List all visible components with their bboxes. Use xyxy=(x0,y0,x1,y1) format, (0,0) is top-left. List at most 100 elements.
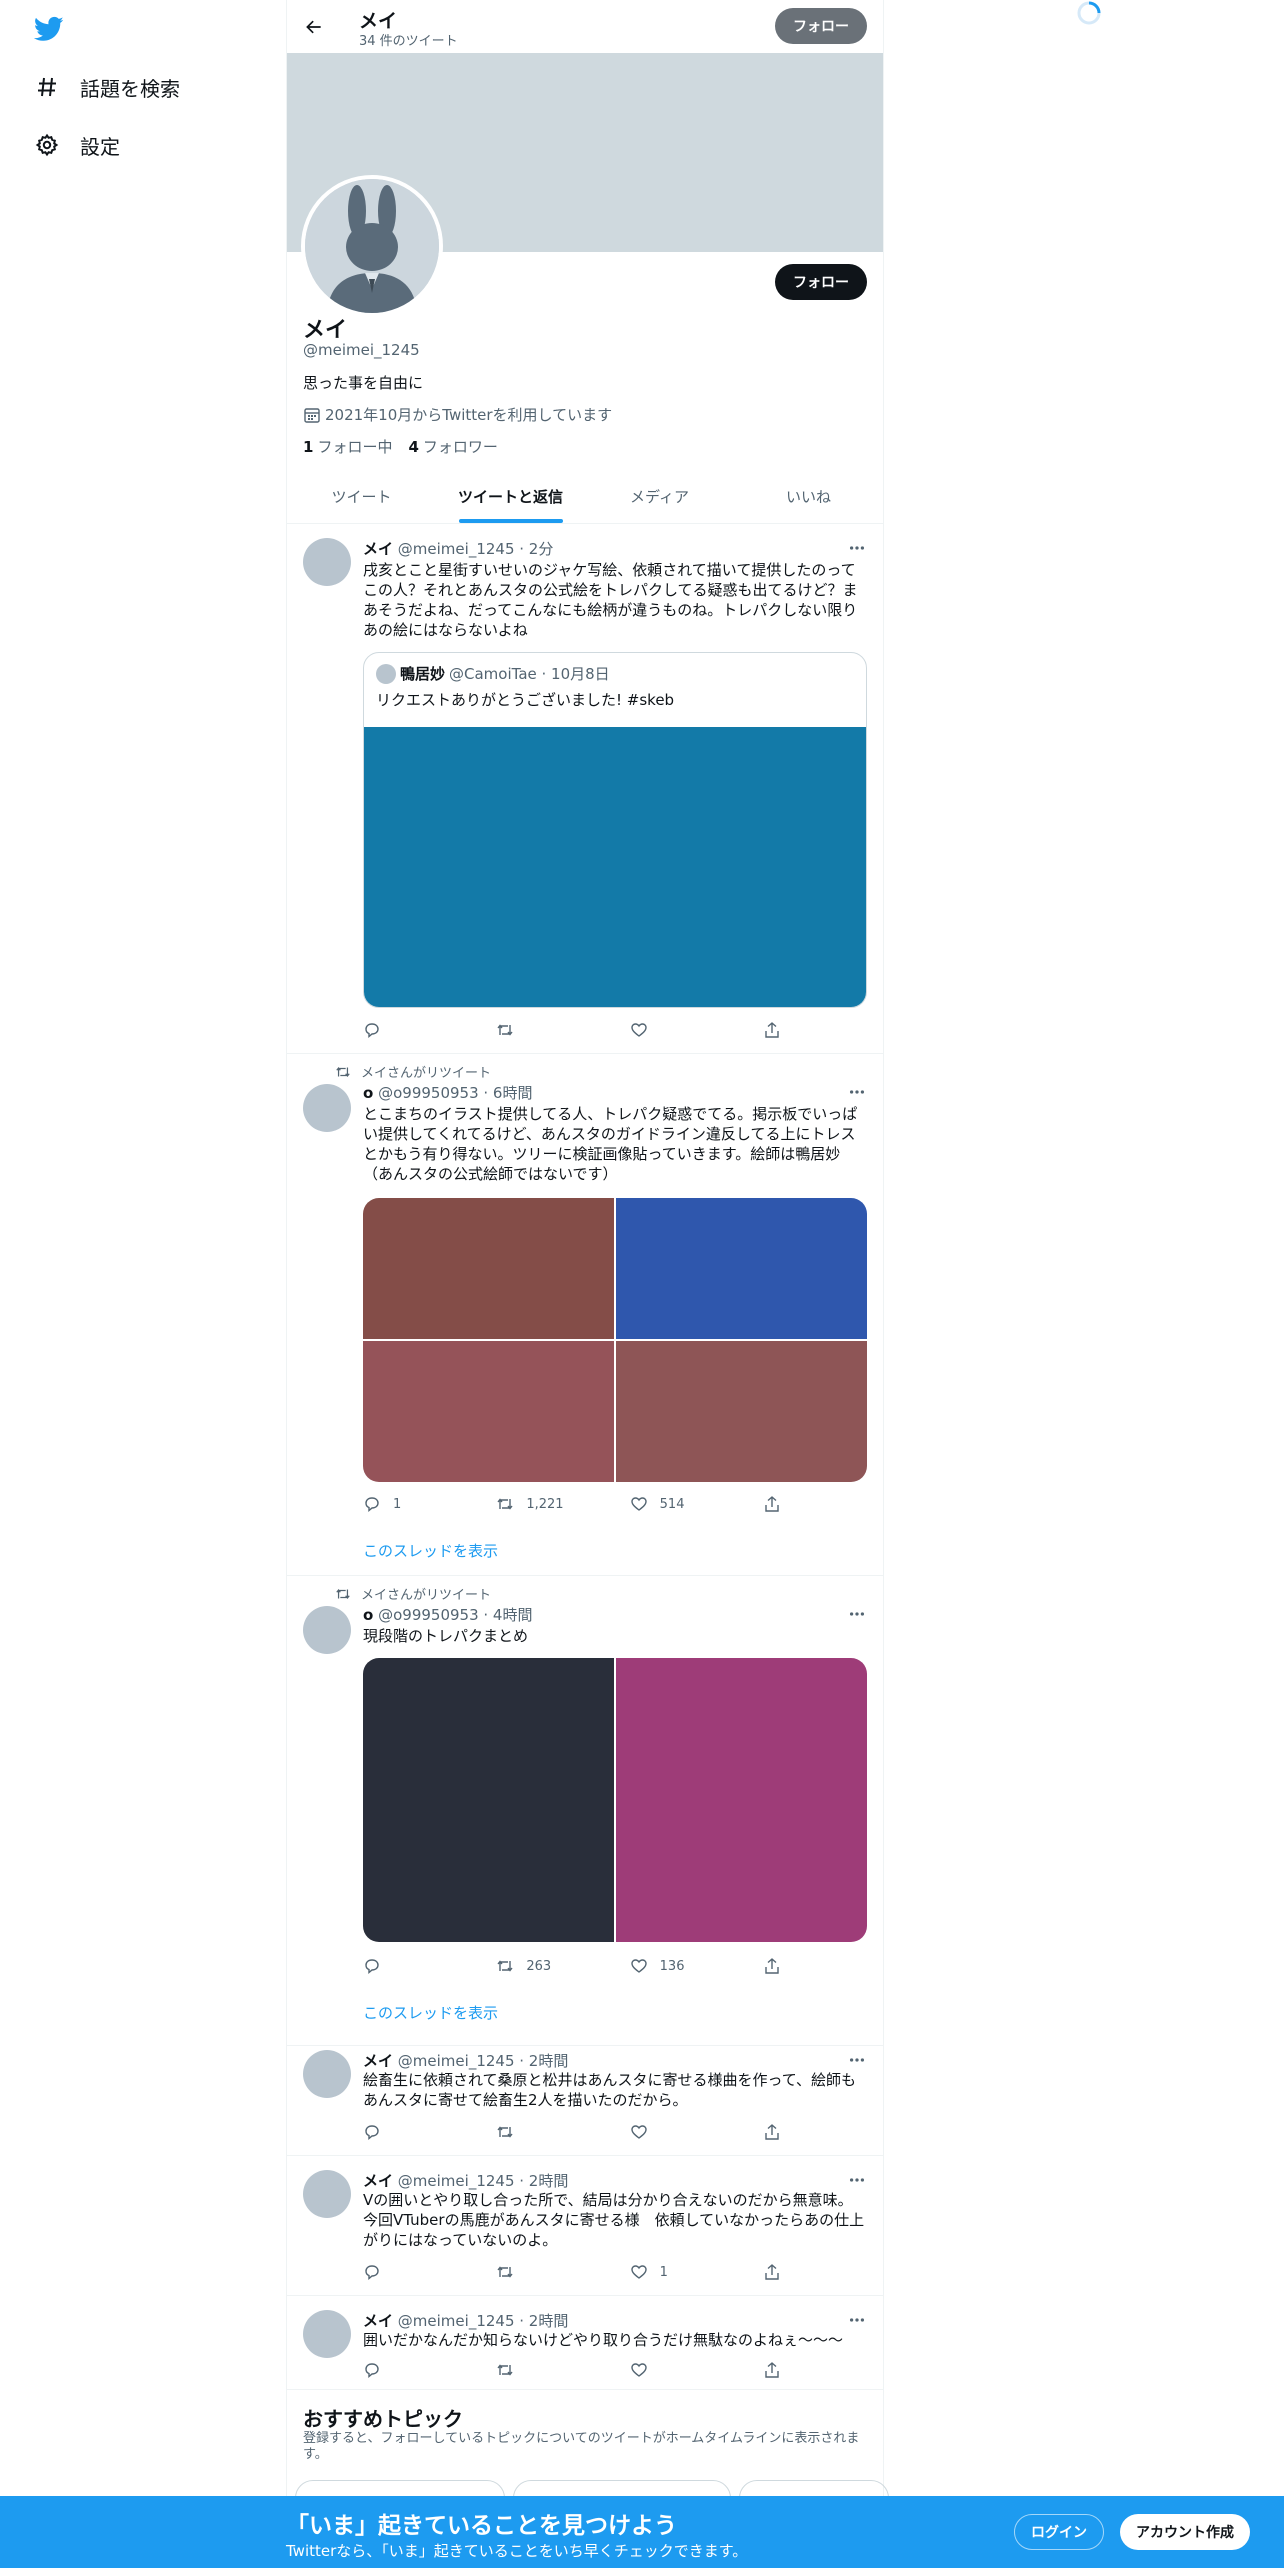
tweet-author-name[interactable]: o xyxy=(363,1084,373,1102)
tweet-meta: @o99950953 · 6時間 xyxy=(378,1084,533,1102)
header-tweet-count: 34 件のツイート xyxy=(359,34,458,49)
tweet-author-name[interactable]: メイ xyxy=(363,540,393,558)
follow-button[interactable]: フォロー xyxy=(775,264,867,300)
tweet[interactable]: メイさんがリツイート o @o99950953 · 4時間 現段階のトレパクまと… xyxy=(287,1576,883,2046)
tweet[interactable]: メイ @meimei_1245 · 2時間 囲いだかなんだか知らないけどやり取り… xyxy=(287,2296,883,2390)
profile-avatar[interactable] xyxy=(301,175,443,317)
reply-button[interactable] xyxy=(363,2360,496,2380)
tab-media[interactable]: メディア xyxy=(585,470,734,523)
tweet-author-name[interactable]: メイ xyxy=(363,2172,393,2190)
nav-settings-label: 設定 xyxy=(80,134,120,159)
tab-likes[interactable]: いいね xyxy=(734,470,883,523)
header-follow-button[interactable]: フォロー xyxy=(775,8,867,44)
share-button[interactable] xyxy=(763,1494,783,1514)
like-count: 514 xyxy=(659,1496,685,1512)
retweet-icon xyxy=(496,1021,514,1039)
tweet-meta: @o99950953 · 4時間 xyxy=(378,1606,533,1624)
share-button[interactable] xyxy=(763,2122,783,2142)
retweet-icon xyxy=(496,2361,514,2379)
tab-tweets[interactable]: ツイート xyxy=(287,470,436,523)
login-button[interactable]: ログイン xyxy=(1014,2514,1104,2550)
more-icon[interactable] xyxy=(847,1604,867,1624)
retweet-button[interactable]: 263 xyxy=(496,1956,629,1976)
like-button[interactable]: 136 xyxy=(630,1956,763,1976)
tweet-author-name[interactable]: メイ xyxy=(363,2312,393,2330)
reply-icon xyxy=(363,1495,381,1513)
tweet-image[interactable] xyxy=(363,1341,614,1482)
followers-link[interactable]: 4 フォロワー xyxy=(408,436,497,457)
quoted-tweet[interactable]: 鴨居妙 @CamoiTae · 10月8日 リクエストありがとうございました! … xyxy=(363,652,867,1008)
avatar[interactable] xyxy=(303,2050,351,2098)
tweet-meta: @meimei_1245 · 2時間 xyxy=(397,2172,569,2190)
share-icon xyxy=(763,2361,781,2379)
reply-button[interactable] xyxy=(363,1956,496,1976)
like-button[interactable] xyxy=(630,1020,763,1040)
loading-spinner-icon xyxy=(1076,0,1102,26)
retweet-indicator: メイさんがリツイート xyxy=(335,1062,491,1081)
tweet-author-name[interactable]: o xyxy=(363,1606,373,1624)
heart-icon xyxy=(630,1495,648,1513)
tweet[interactable]: メイ @meimei_1245 · 2分 戌亥とこと星街すいせいのジャケ写絵、依… xyxy=(287,524,883,1054)
more-icon[interactable] xyxy=(847,1082,867,1102)
reply-button[interactable] xyxy=(363,2122,496,2142)
like-button[interactable] xyxy=(630,2360,763,2380)
twitter-bird-icon[interactable] xyxy=(33,14,64,44)
tweet-meta: @meimei_1245 · 2時間 xyxy=(397,2052,569,2070)
like-button[interactable] xyxy=(630,2122,763,2142)
reply-button[interactable] xyxy=(363,1020,496,1040)
nav-explore[interactable]: 話題を検索 xyxy=(34,63,180,111)
quoted-author-name: 鴨居妙 xyxy=(400,665,446,683)
tweet-image[interactable] xyxy=(616,1658,867,1942)
tweet-actions xyxy=(363,2360,783,2380)
tab-tweets-and-replies[interactable]: ツイートと返信 xyxy=(436,470,585,523)
more-icon[interactable] xyxy=(847,2310,867,2330)
tweet-header: メイ @meimei_1245 · 2分 xyxy=(363,538,553,559)
header-name: メイ xyxy=(359,10,398,32)
retweet-icon xyxy=(496,1957,514,1975)
more-icon[interactable] xyxy=(847,2050,867,2070)
like-button[interactable]: 1 xyxy=(630,2262,763,2282)
share-button[interactable] xyxy=(763,1956,783,1976)
avatar[interactable] xyxy=(303,538,351,586)
share-button[interactable] xyxy=(763,2360,783,2380)
share-button[interactable] xyxy=(763,2262,783,2282)
retweet-label[interactable]: メイさんがリツイート xyxy=(361,1062,491,1081)
share-button[interactable] xyxy=(763,1020,783,1040)
tweet-author-name[interactable]: メイ xyxy=(363,2052,393,2070)
nav-settings[interactable]: 設定 xyxy=(34,121,120,169)
avatar[interactable] xyxy=(303,2170,351,2218)
tweet[interactable]: メイさんがリツイート o @o99950953 · 6時間 とこまちのイラスト提… xyxy=(287,1054,883,1576)
more-icon[interactable] xyxy=(847,2170,867,2190)
reply-count: 1 xyxy=(393,1496,402,1512)
retweet-label[interactable]: メイさんがリツイート xyxy=(361,1584,491,1603)
retweet-button[interactable]: 1,221 xyxy=(496,1494,629,1514)
tweet[interactable]: メイ @meimei_1245 · 2時間 Vの囲いとやり取し合った所で、結局は… xyxy=(287,2156,883,2296)
avatar[interactable] xyxy=(303,1606,351,1654)
tweet[interactable]: メイ @meimei_1245 · 2時間 絵畜生に依頼されて桑原と松井はあんス… xyxy=(287,2046,883,2156)
show-thread-link[interactable]: このスレッドを表示 xyxy=(363,2002,498,2023)
show-thread-link[interactable]: このスレッドを表示 xyxy=(363,1540,498,1561)
quoted-image[interactable] xyxy=(364,727,866,1007)
more-icon[interactable] xyxy=(847,538,867,558)
retweet-button[interactable] xyxy=(496,2360,629,2380)
tweet-image[interactable] xyxy=(616,1341,867,1482)
reply-button[interactable]: 1 xyxy=(363,1494,496,1514)
tweet-image[interactable] xyxy=(616,1198,867,1339)
retweet-button[interactable] xyxy=(496,1020,629,1040)
tweet-media-grid xyxy=(363,1658,867,1942)
reply-button[interactable] xyxy=(363,2262,496,2282)
tweet-image[interactable] xyxy=(363,1658,614,1942)
retweet-icon xyxy=(496,1495,514,1513)
profile-joined: 2021年10月からTwitterを利用しています xyxy=(303,404,612,425)
following-link[interactable]: 1 フォロー中 xyxy=(303,436,392,457)
tweet-text: とこまちのイラスト提供してる人、トレパク疑惑でてる。掲示板でいっぱい提供してくれ… xyxy=(363,1105,858,1183)
reply-icon xyxy=(363,1021,381,1039)
tweet-image[interactable] xyxy=(363,1198,614,1339)
avatar[interactable] xyxy=(303,1084,351,1132)
back-button[interactable] xyxy=(297,10,331,44)
like-button[interactable]: 514 xyxy=(630,1494,763,1514)
avatar[interactable] xyxy=(303,2310,351,2358)
signup-button[interactable]: アカウント作成 xyxy=(1120,2514,1250,2550)
retweet-button[interactable] xyxy=(496,2122,629,2142)
retweet-button[interactable] xyxy=(496,2262,629,2282)
